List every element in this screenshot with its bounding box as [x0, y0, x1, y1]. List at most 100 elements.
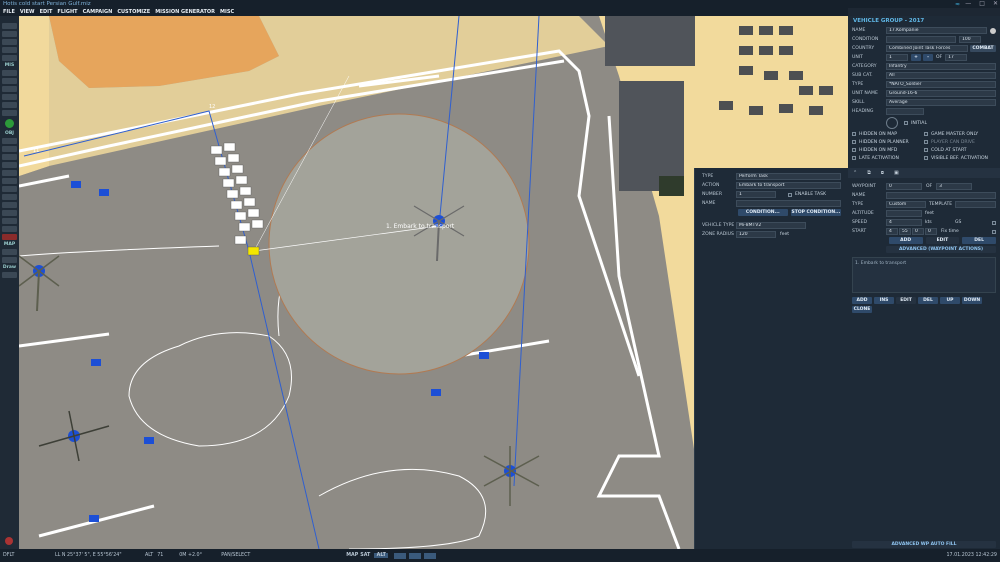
- checkbox[interactable]: [852, 140, 856, 144]
- hidden-on-mfd-option[interactable]: HIDDEN ON MFD: [852, 146, 924, 154]
- map-mode-button[interactable]: MAP: [346, 553, 360, 558]
- start-second[interactable]: 0: [912, 228, 924, 235]
- start-hour[interactable]: 4: [886, 228, 898, 235]
- helicopter-icon[interactable]: [19, 255, 60, 312]
- fix-time-checkbox[interactable]: [992, 229, 996, 234]
- menu-item-view[interactable]: VIEW: [20, 9, 35, 15]
- tool-button[interactable]: [2, 47, 17, 53]
- remove-unit-button[interactable]: -: [923, 54, 933, 61]
- menu-item-campaign[interactable]: CAMPAIGN: [83, 9, 113, 15]
- zoom-in-icon[interactable]: [409, 552, 422, 559]
- late-activation-option[interactable]: LATE ACTIVATION: [852, 154, 924, 162]
- payload-tab-icon[interactable]: ⧇: [881, 170, 884, 176]
- wp-del-button[interactable]: DEL: [962, 237, 996, 244]
- game-master-only-option[interactable]: GAME MASTER ONLY: [924, 130, 988, 138]
- tool-button[interactable]: [2, 86, 17, 92]
- menu-item-mission-generator[interactable]: MISSION GENERATOR: [155, 9, 215, 15]
- wp-edit-button[interactable]: EDIT: [925, 237, 960, 244]
- globe-icon[interactable]: [5, 119, 14, 128]
- checkbox[interactable]: [852, 132, 856, 136]
- vehicle-type-select[interactable]: Mi-8MTV2: [736, 222, 806, 229]
- tool-button[interactable]: [2, 70, 17, 76]
- tool-button[interactable]: [2, 146, 17, 152]
- group-name-input[interactable]: 17.Kompanie: [886, 27, 987, 34]
- helicopter-icon[interactable]: [483, 446, 540, 506]
- triggers-tab-icon[interactable]: ⧉: [867, 170, 871, 176]
- task-down-button[interactable]: DOWN: [962, 297, 982, 304]
- wp-type-select[interactable]: Custom: [886, 201, 926, 208]
- visible-before-activation-option[interactable]: VISIBLE BEF. ACTIVATION: [924, 154, 988, 162]
- tool-button[interactable]: [2, 110, 17, 116]
- tool-button[interactable]: [2, 178, 17, 184]
- menu-item-customize[interactable]: CUSTOMIZE: [117, 9, 150, 15]
- task-edit-button[interactable]: EDIT: [896, 297, 916, 304]
- tool-button[interactable]: [2, 39, 17, 45]
- summary-tab-icon[interactable]: ▣: [894, 170, 899, 176]
- tool-button[interactable]: [2, 272, 17, 278]
- zoom-out-icon[interactable]: [424, 552, 437, 559]
- tool-button[interactable]: [2, 154, 17, 160]
- tool-button[interactable]: [2, 249, 17, 255]
- add-unit-button[interactable]: +: [911, 54, 921, 61]
- checkbox[interactable]: [924, 132, 928, 136]
- initial-checkbox[interactable]: [904, 121, 908, 125]
- route-tab-icon[interactable]: ⌃: [853, 170, 857, 176]
- stop-condition-button[interactable]: STOP CONDITION...: [790, 209, 841, 216]
- speed-input[interactable]: 4: [886, 219, 922, 226]
- zoom-fit-icon[interactable]: [394, 552, 407, 559]
- hidden-on-map-option[interactable]: HIDDEN ON MAP: [852, 130, 924, 138]
- tool-button[interactable]: [2, 94, 17, 100]
- wp-add-button[interactable]: ADD: [888, 237, 923, 244]
- task-list[interactable]: 1. Embark to transport: [852, 257, 996, 293]
- task-list-item[interactable]: 1. Embark to transport: [855, 261, 906, 266]
- start-minute[interactable]: 55: [899, 228, 911, 235]
- menu-item-flight[interactable]: FLIGHT: [57, 9, 77, 15]
- tool-button[interactable]: [2, 210, 17, 216]
- altitude-input[interactable]: [886, 210, 922, 217]
- tool-button[interactable]: [2, 55, 17, 61]
- zone-radius-input[interactable]: 120: [736, 231, 776, 238]
- subcat-select[interactable]: All: [886, 72, 996, 79]
- help-icon[interactable]: [990, 27, 996, 34]
- enable-task-checkbox[interactable]: [788, 192, 792, 197]
- unit-name-input[interactable]: Ground-16-6: [886, 90, 996, 97]
- wp-name-input[interactable]: [886, 192, 996, 199]
- heading-input[interactable]: [886, 108, 924, 115]
- infantry-group[interactable]: [210, 142, 264, 256]
- condition-input[interactable]: [886, 36, 956, 43]
- tool-button[interactable]: [2, 202, 17, 208]
- clone-button[interactable]: CLONE: [852, 306, 872, 313]
- menu-item-edit[interactable]: EDIT: [40, 9, 53, 15]
- tool-button[interactable]: [2, 170, 17, 176]
- sat-mode-button[interactable]: SAT: [360, 553, 374, 558]
- draw-label[interactable]: Draw: [0, 265, 19, 270]
- task-add-button[interactable]: ADD: [852, 297, 872, 304]
- alt-mode-button[interactable]: ALT: [374, 553, 389, 558]
- menu-item-file[interactable]: FILE: [3, 9, 15, 15]
- gs-checkbox[interactable]: [992, 220, 996, 225]
- tool-button[interactable]: [2, 226, 17, 232]
- checkbox[interactable]: [852, 148, 856, 152]
- template-select[interactable]: [955, 201, 996, 208]
- unit-stepper[interactable]: 1: [886, 54, 908, 61]
- tool-button[interactable]: [2, 31, 17, 37]
- unit-type-select[interactable]: *NATO_Soldier: [886, 81, 996, 88]
- task-type-select[interactable]: Perform Task: [736, 173, 841, 180]
- waypoint-stepper[interactable]: 0: [886, 183, 922, 190]
- task-up-button[interactable]: UP: [940, 297, 960, 304]
- checkbox[interactable]: [852, 156, 856, 160]
- start-day[interactable]: 0: [925, 228, 937, 235]
- task-insert-button[interactable]: INS: [874, 297, 894, 304]
- task-del-button[interactable]: DEL: [918, 297, 938, 304]
- tool-button[interactable]: [2, 78, 17, 84]
- profile-select[interactable]: DFLT: [3, 553, 55, 558]
- power-icon[interactable]: [5, 537, 13, 545]
- menu-item-misc[interactable]: MISC: [220, 9, 234, 15]
- close-icon[interactable]: ✕: [993, 0, 998, 8]
- hidden-on-planner-option[interactable]: HIDDEN ON PLANNER: [852, 138, 924, 146]
- minimize-icon[interactable]: —: [965, 0, 971, 8]
- task-name-input[interactable]: [736, 200, 841, 207]
- advanced-wp-autofill-button[interactable]: ADVANCED WP AUTO FILL: [852, 541, 996, 548]
- helicopter-icon[interactable]: [38, 410, 110, 462]
- checkbox[interactable]: [924, 156, 928, 160]
